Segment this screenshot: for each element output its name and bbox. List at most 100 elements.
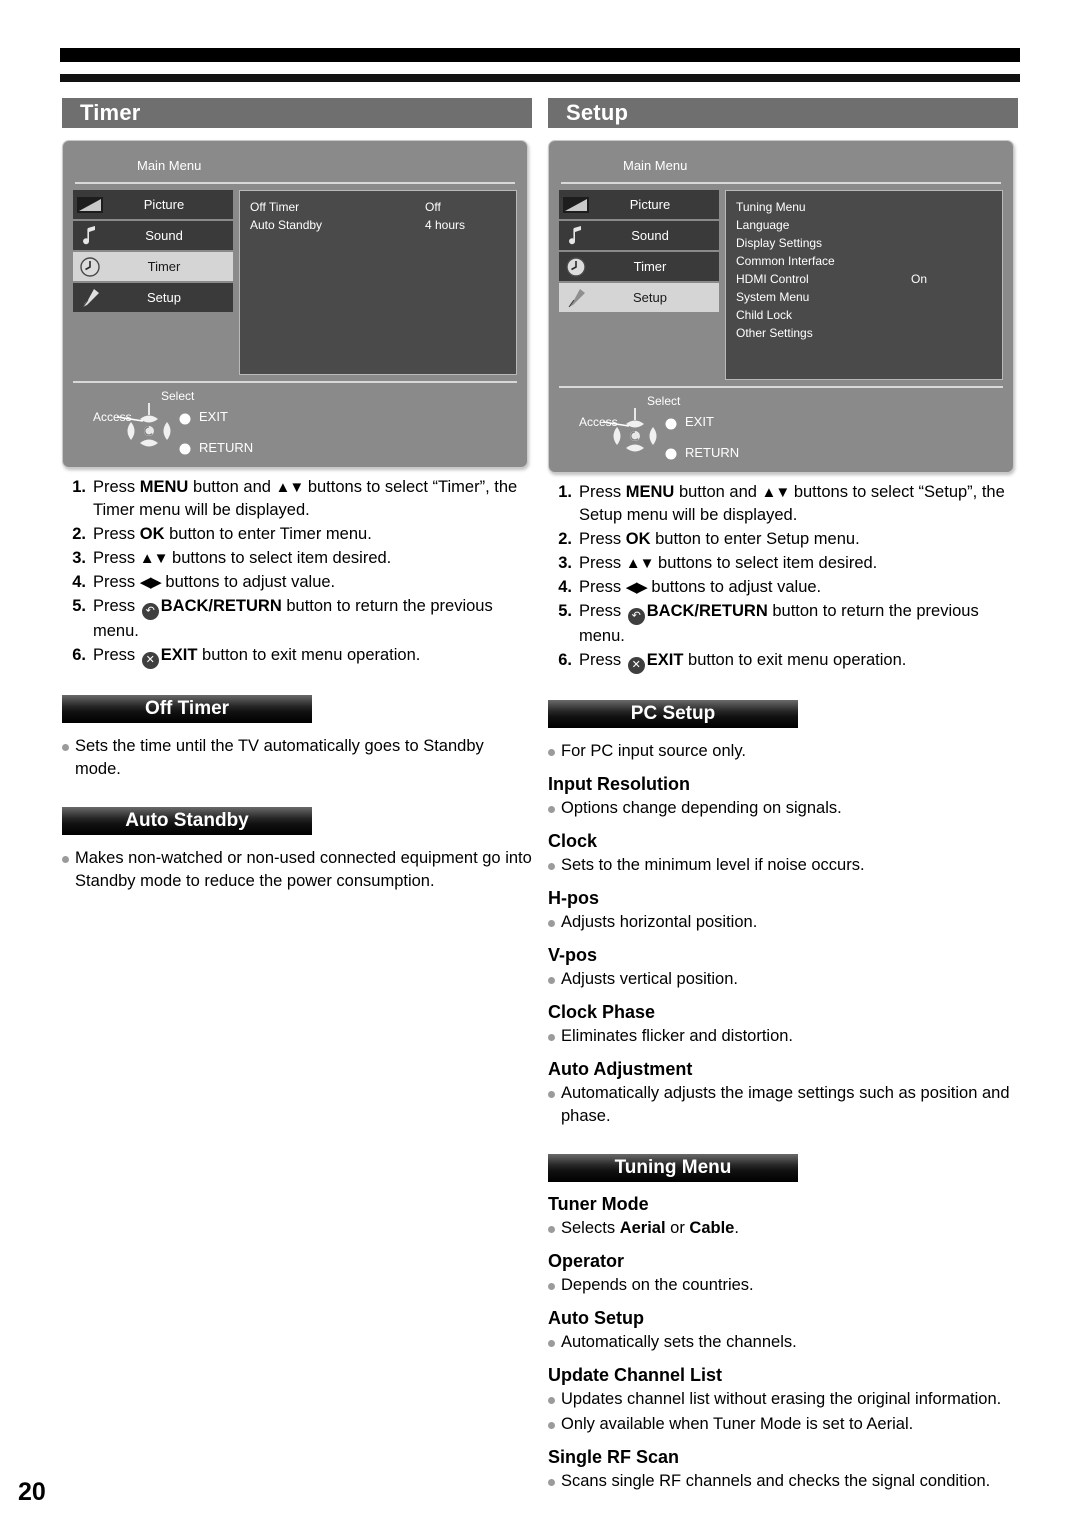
osd-title: Main Menu (623, 158, 688, 173)
step-text: Press MENU button and ▲▼ buttons to sele… (579, 483, 1005, 524)
osd-setting-row[interactable]: HDMI Control On (736, 270, 992, 288)
nav-label-return: RETURN (199, 440, 254, 455)
nav-label-select: Select (161, 389, 195, 403)
osd-setting-value: 4 hours (425, 218, 466, 232)
item-title-single-rf-scan: Single RF Scan (548, 1447, 680, 1467)
step-number: 5. (558, 602, 572, 620)
osd-setting-row[interactable]: Other Settings (736, 324, 992, 342)
bullet-dot-icon (548, 1217, 561, 1240)
subsection-title: Auto Standby (125, 810, 249, 831)
nav-label-select: Select (647, 394, 681, 408)
osd-body: Picture Sound Timer (73, 190, 517, 375)
nav-label-exit: EXIT (685, 414, 714, 429)
osd-menu-item-timer[interactable]: Timer (559, 252, 719, 281)
section-header-setup: Setup (548, 98, 1018, 128)
section-header-timer: Timer (62, 98, 532, 128)
osd-setting-row[interactable]: Language (736, 216, 992, 234)
osd-setting-key: System Menu (736, 290, 810, 304)
bullet-text: Adjusts horizontal position. (561, 913, 758, 931)
bullet-text: Automatically sets the channels. (561, 1333, 797, 1351)
step-item: 3. Press ▲▼ buttons to select item desir… (548, 552, 1018, 575)
step-text: Press ✕ EXIT button to exit menu operatio… (93, 644, 532, 669)
osd-menu-item-label: Setup (147, 290, 181, 305)
bullet-text: Automatically adjusts the image settings… (561, 1084, 1010, 1125)
step-number: 4. (558, 578, 572, 596)
osd-menu-item-label: Timer (633, 259, 667, 274)
osd-menu-item-label: Setup (633, 290, 667, 305)
left-steps-list: 1. Press MENU button and ▲▼ buttons to s… (62, 476, 532, 669)
item-title-clock: Clock (548, 831, 598, 851)
bullet-text: Scans single RF channels and checks the … (561, 1472, 991, 1490)
osd-menu-item-timer[interactable]: Timer (73, 252, 233, 281)
bullet-item: Sets to the minimum level if noise occur… (548, 854, 1018, 877)
nav-label-access: Access (579, 415, 618, 429)
step-text: Press OK button to enter Timer menu. (93, 525, 372, 543)
osd-setting-value: Off (425, 200, 441, 214)
step-number: 2. (72, 525, 86, 543)
step-number: 3. (72, 549, 86, 567)
bullet-dot-icon (548, 1274, 561, 1297)
bullet-item: Sets the time until the TV automatically… (62, 735, 532, 781)
nav-cluster-diagram: Select Access EXIT RETURN (93, 389, 353, 459)
subsection-header-auto-standby: Auto Standby (62, 807, 312, 835)
bullet-item: Automatically adjusts the image settings… (548, 1082, 1018, 1128)
osd-setting-row[interactable]: Common Interface (736, 252, 992, 270)
osd-setting-row[interactable]: Child Lock (736, 306, 992, 324)
osd-setting-row[interactable]: System Menu (736, 288, 992, 306)
osd-menu-item-setup[interactable]: Setup (559, 283, 719, 312)
step-text: Press OK button to enter Setup menu. (579, 530, 860, 548)
step-number: 1. (72, 478, 86, 496)
osd-setting-row[interactable]: Display Settings (736, 234, 992, 252)
bullet-dot-icon (548, 740, 561, 763)
picture-icon (73, 190, 107, 219)
bullet-text: Selects Aerial or Cable. (561, 1219, 739, 1237)
nav-cluster-diagram: Select Access EXIT RETURN (579, 394, 839, 464)
bullet-item: Depends on the countries. (548, 1274, 1018, 1297)
osd-menu-item-picture[interactable]: Picture (559, 190, 719, 219)
item-title-auto-setup: Auto Setup (548, 1308, 644, 1328)
bullet-item: Selects Aerial or Cable. (548, 1217, 1018, 1240)
osd-menu-item-label: Sound (631, 228, 669, 243)
subsection-header-off-timer: Off Timer (62, 695, 312, 723)
osd-setting-key: Language (736, 218, 790, 232)
bullet-dot-icon (548, 1025, 561, 1048)
osd-title: Main Menu (137, 158, 202, 173)
osd-setting-row[interactable]: Tuning Menu (736, 198, 992, 216)
step-text: Press ↶ BACK/RETURN button to return the … (579, 602, 979, 645)
step-item: 6. Press ✕ EXIT button to exit menu opera… (62, 644, 532, 669)
osd-menu-item-sound[interactable]: Sound (559, 221, 719, 250)
step-item: 2. Press OK button to enter Setup menu. (548, 528, 1018, 551)
bullet-dot-icon (548, 1082, 561, 1128)
osd-menu-item-label: Picture (629, 197, 671, 212)
bullet-text: Depends on the countries. (561, 1276, 754, 1294)
bullet-dot-icon (548, 911, 561, 934)
exit-key-icon: ✕ (141, 652, 159, 669)
right-column: Setup Main Menu Picture Sound Timer Setu… (548, 98, 1018, 1495)
osd-menu-item-sound[interactable]: Sound (73, 221, 233, 250)
nav-label-exit: EXIT (199, 409, 228, 424)
subsection-title: Tuning Menu (614, 1157, 732, 1178)
step-text: Press ✕ EXIT button to exit menu operatio… (579, 649, 1018, 674)
subsection-title: PC Setup (630, 703, 716, 724)
nav-label-return: RETURN (685, 445, 740, 460)
osd-menu-item-label: Sound (145, 228, 183, 243)
step-item: 4. Press ◀▶ buttons to adjust value. (548, 576, 1018, 599)
step-text: Press ◀▶ buttons to adjust value. (579, 578, 822, 596)
nav-label-access: Access (93, 410, 132, 424)
music-note-icon (559, 221, 593, 250)
bullet-dot-icon (548, 1413, 561, 1436)
osd-settings-pane: Off Timer Off Auto Standby 4 hours (239, 190, 517, 375)
osd-setting-key: Tuning Menu (736, 200, 806, 214)
osd-menu-item-picture[interactable]: Picture (73, 190, 233, 219)
page-number: 20 (18, 1478, 46, 1506)
wrench-icon (559, 283, 593, 312)
subsection-header-tuning-menu: Tuning Menu (548, 1154, 798, 1182)
bullet-text: Makes non-watched or non-used connected … (75, 849, 532, 890)
osd-setting-row[interactable]: Off Timer Off (250, 198, 506, 216)
osd-menu-item-label: Timer (147, 259, 181, 274)
osd-panel-timer: Main Menu Picture Sound Timer Setup Off … (62, 140, 528, 468)
osd-setting-row[interactable]: Auto Standby 4 hours (250, 216, 506, 234)
osd-divider (561, 182, 1001, 184)
osd-menu-item-setup[interactable]: Setup (73, 283, 233, 312)
osd-setting-key: HDMI Control (736, 272, 809, 286)
